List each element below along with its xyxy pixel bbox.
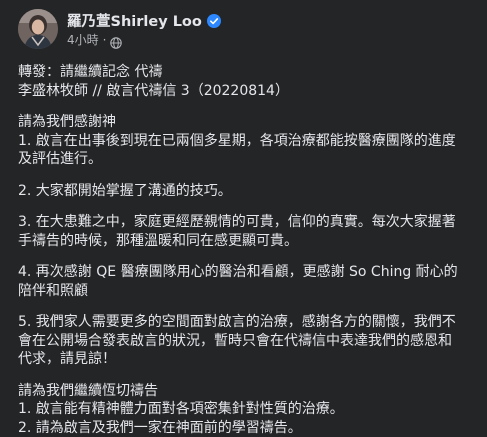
- facebook-post: 羅乃萱Shirley Loo 4小時 ·: [0, 0, 487, 421]
- author-name-link[interactable]: 羅乃萱Shirley Loo: [67, 10, 202, 31]
- post-line-thanks-heading: 請為我們感謝神: [18, 113, 476, 132]
- globe-icon[interactable]: [110, 34, 122, 46]
- meta-separator: ·: [103, 33, 107, 47]
- post-line-item: 手禱告的時候，那種溫暖和同在感更顯可貴。: [18, 232, 476, 251]
- paragraph-gap: [18, 169, 476, 182]
- post-header: 羅乃萱Shirley Loo 4小時 ·: [18, 8, 475, 50]
- post-line-item: 陪伴和照顧: [18, 282, 476, 301]
- author-name-row: 羅乃萱Shirley Loo: [67, 10, 221, 30]
- post-line-item: 及評估進行。: [18, 150, 476, 169]
- author-info: 羅乃萱Shirley Loo 4小時 ·: [67, 10, 221, 48]
- post-line-item: 會在公開場合發表啟言的狀況，暫時只會在代禱信中表達我們的感恩和: [18, 332, 476, 351]
- post-line-item: 1. 啟言能有精神體力面對各項密集針對性質的治療。: [18, 400, 476, 419]
- author-avatar[interactable]: [18, 9, 58, 49]
- paragraph-gap: [18, 300, 476, 313]
- post-line-prayer-heading: 請為我們繼續恆切禱告: [18, 382, 476, 401]
- paragraph-gap: [18, 100, 476, 113]
- post-line-item: 2. 大家都開始掌握了溝通的技巧。: [18, 182, 476, 201]
- post-body: 轉發：請繼續記念 代禱 李盛林牧師 // 啟言代禱信 3（20220814） 請…: [18, 63, 476, 437]
- paragraph-gap: [18, 369, 476, 382]
- post-meta: 4小時 ·: [67, 31, 221, 48]
- paragraph-gap: [18, 200, 476, 213]
- post-line-item: 3. 在大患難之中，家庭更經歷親情的可貴，信仰的真實。每次大家握著: [18, 213, 476, 232]
- post-line-item: 5. 我們家人需要更多的空間面對啟言的治療，感謝各方的關懷，我們不: [18, 313, 476, 332]
- post-line-item: 2. 請為啟言及我們一家在神面前的學習禱告。: [18, 419, 476, 437]
- post-line-forward: 轉發：請繼續記念 代禱: [18, 63, 476, 82]
- post-line-item: 代求，請見諒！: [18, 350, 476, 369]
- post-line-item: 1. 啟言在出事後到現在已兩個多星期，各項治療都能按醫療團隊的進度: [18, 132, 476, 151]
- post-line-subtitle: 李盛林牧師 // 啟言代禱信 3（20220814）: [18, 82, 476, 101]
- post-line-item: 4. 再次感謝 QE 醫療團隊用心的醫治和看顧，更感謝 So Ching 耐心的: [18, 263, 476, 282]
- paragraph-gap: [18, 250, 476, 263]
- verified-badge-icon: [207, 13, 221, 27]
- post-timestamp-link[interactable]: 4小時: [67, 31, 99, 48]
